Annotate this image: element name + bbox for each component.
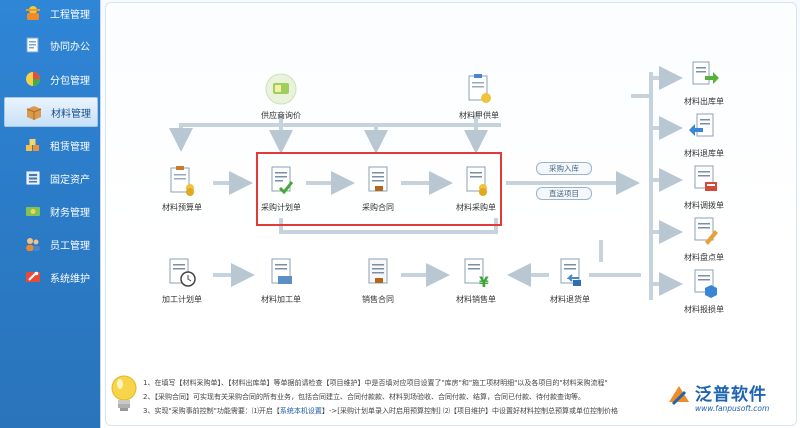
sidebar-item-lease[interactable]: 租赁管理 xyxy=(4,130,98,160)
sidebar-item-system[interactable]: 系统维护 xyxy=(4,262,98,292)
cube-document-icon xyxy=(687,266,721,300)
tools-icon xyxy=(24,268,42,286)
sidebar: 工程管理 协同办公 分包管理 材料管理 租赁管理 固定资产 财务管理 员工管理 … xyxy=(0,0,100,428)
money-icon xyxy=(24,202,42,220)
sidebar-item-project[interactable]: 工程管理 xyxy=(4,0,98,28)
tag-direct-project[interactable]: 直送项目 xyxy=(536,187,592,200)
yen-document-icon: ¥ xyxy=(459,256,493,291)
cubes-icon xyxy=(24,136,42,154)
node-material-processing[interactable]: 材料加工单 xyxy=(246,256,316,305)
node-material-return-stock[interactable]: 材料退库单 xyxy=(669,110,739,159)
tip-line-1: 1、在填写【材料采购单】、【材料出库单】等单据前请检查【项目维护】中是否填对应项… xyxy=(143,379,608,387)
node-material-budget[interactable]: 材料预算单 xyxy=(147,164,217,213)
tip-line-2: 2、【采购合同】可实现有关采购合同的所有业务，包括合同建立、合同付款款、材料到场… xyxy=(143,393,585,401)
clipboard-coins-icon xyxy=(462,72,496,106)
sidebar-item-label: 员工管理 xyxy=(50,240,90,252)
sidebar-item-material[interactable]: 材料管理 xyxy=(4,97,98,127)
sidebar-item-label: 材料管理 xyxy=(51,108,91,120)
node-processing-plan[interactable]: 加工计划单 xyxy=(147,256,217,305)
users-icon xyxy=(24,235,42,253)
import-icon xyxy=(687,110,721,144)
document-icon xyxy=(24,36,42,54)
lightbulb-icon xyxy=(109,372,139,418)
svg-text:¥: ¥ xyxy=(479,275,489,290)
sidebar-item-label: 协同办公 xyxy=(50,41,90,53)
box-icon xyxy=(25,103,43,121)
pie-chart-icon xyxy=(24,70,42,88)
node-material-sales[interactable]: ¥ 材料销售单 xyxy=(441,256,511,305)
sidebar-item-staff[interactable]: 员工管理 xyxy=(4,229,98,259)
sidebar-item-fixed-assets[interactable]: 固定资产 xyxy=(4,163,98,193)
sidebar-item-label: 租赁管理 xyxy=(50,141,90,153)
tips-panel: 1、在填写【材料采购单】、【材料出库单】等单据前请检查【项目维护】中是否填对应项… xyxy=(101,368,800,428)
contract-icon xyxy=(361,256,395,290)
sidebar-item-office[interactable]: 协同办公 xyxy=(4,30,98,60)
clipboard-coins-icon xyxy=(165,164,199,198)
return-document-icon xyxy=(553,256,587,290)
node-material-return[interactable]: 材料退货单 xyxy=(535,256,605,305)
pencil-document-icon xyxy=(687,214,721,248)
sidebar-item-label: 财务管理 xyxy=(50,207,90,219)
main-panel: 供应商询价 材料甲供单 材料预算单 采购计划单 采购合同 材料采购单 采购入库 … xyxy=(100,0,800,428)
supplier-inquiry-icon xyxy=(264,72,298,106)
node-material-out[interactable]: 材料出库单 xyxy=(669,58,739,107)
node-material-transfer[interactable]: 材料调拨单 xyxy=(669,162,739,211)
node-material-inventory[interactable]: 材料盘点单 xyxy=(669,214,739,263)
sidebar-item-finance[interactable]: 财务管理 xyxy=(4,196,98,226)
sidebar-item-label: 系统维护 xyxy=(50,273,90,285)
export-icon xyxy=(687,58,721,92)
tip-line-3: 3、实现"采购事前控制"功能需要：⑴开启【系统本机设置】->[采购计划单录入时启… xyxy=(143,407,618,415)
node-material-loss[interactable]: 材料报损单 xyxy=(669,266,739,315)
tag-purchase-in[interactable]: 采购入库 xyxy=(536,162,592,175)
transfer-document-icon xyxy=(687,162,721,196)
brand-logo: 泛普软件 www.fanpusoft.com xyxy=(665,378,795,418)
system-settings-link[interactable]: 系统本机设置 xyxy=(280,407,322,415)
node-material-supply-list[interactable]: 材料甲供单 xyxy=(444,72,514,121)
sidebar-item-subcontract[interactable]: 分包管理 xyxy=(4,64,98,94)
node-sales-contract[interactable]: 销售合同 xyxy=(343,256,413,305)
printer-document-icon xyxy=(264,256,298,290)
clock-document-icon xyxy=(165,256,199,290)
sidebar-item-label: 工程管理 xyxy=(50,9,90,21)
node-supplier-inquiry[interactable]: 供应商询价 xyxy=(246,72,316,121)
sidebar-item-label: 分包管理 xyxy=(50,75,90,87)
hardhat-icon xyxy=(24,4,42,22)
logo-mark-icon xyxy=(665,382,693,410)
highlight-box xyxy=(256,152,502,226)
sidebar-item-label: 固定资产 xyxy=(50,174,90,186)
database-icon xyxy=(24,169,42,187)
